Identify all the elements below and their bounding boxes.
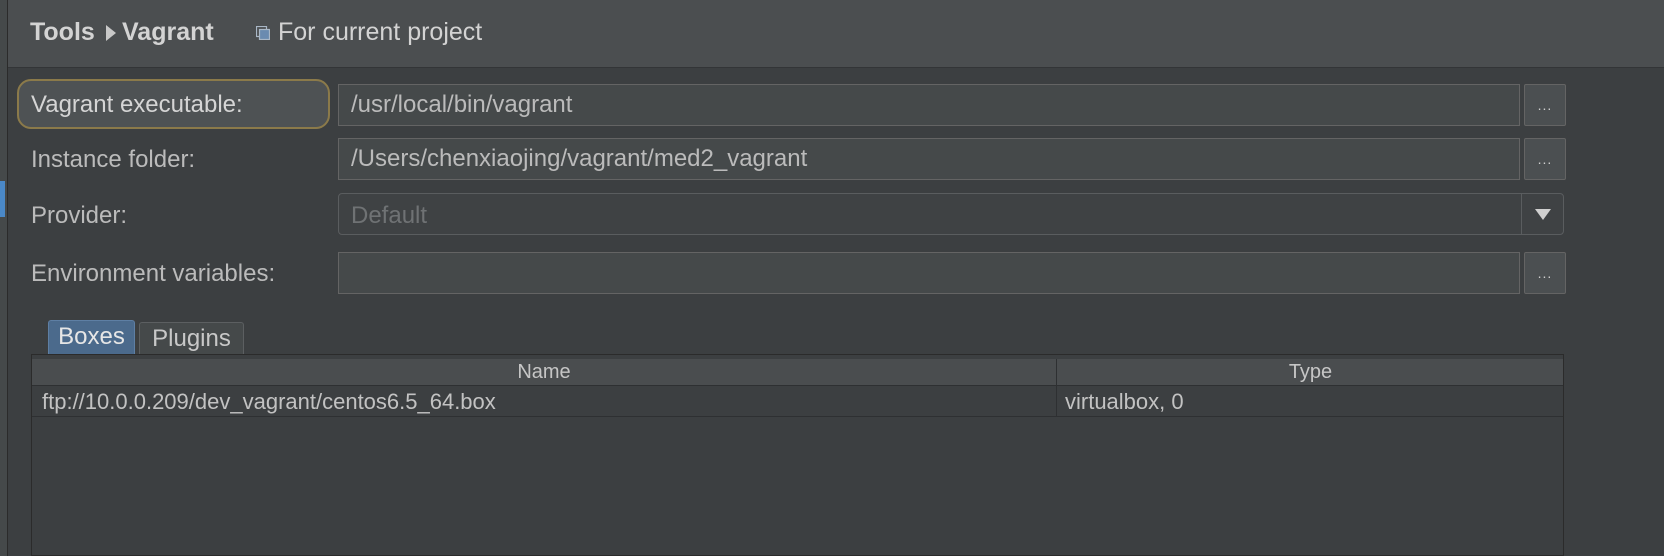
table-row[interactable]: ftp://10.0.0.209/dev_vagrant/centos6.5_6… (32, 386, 1563, 417)
instance-folder-field[interactable]: /Users/chenxiaojing/vagrant/med2_vagrant (338, 138, 1520, 180)
left-panel-edge (0, 0, 8, 556)
settings-header: Tools Vagrant For current project (8, 0, 1664, 68)
vagrant-executable-label: Vagrant executable: (31, 91, 243, 118)
boxes-table: Name Type ftp://10.0.0.209/dev_vagrant/c… (31, 354, 1564, 556)
environment-variables-label: Environment variables: (31, 260, 276, 287)
instance-folder-label: Instance folder: (31, 146, 196, 173)
project-scope-icon (256, 26, 270, 40)
left-selection-marker (0, 181, 5, 217)
vagrant-executable-field[interactable]: /usr/local/bin/vagrant (338, 84, 1520, 126)
environment-variables-browse-button[interactable]: ... (1524, 252, 1566, 294)
table-header: Name Type (32, 359, 1563, 386)
breadcrumb-arrow-icon (106, 25, 116, 41)
box-name-cell: ftp://10.0.0.209/dev_vagrant/centos6.5_6… (42, 389, 496, 414)
box-type-cell: virtualbox, 0 (1065, 389, 1184, 414)
provider-label: Provider: (31, 202, 128, 229)
column-header-type[interactable]: Type (1058, 361, 1563, 384)
provider-select[interactable]: Default (338, 193, 1564, 235)
provider-selected-value: Default (351, 202, 428, 229)
scope-label: For current project (278, 18, 483, 46)
provider-divider (1521, 194, 1522, 234)
instance-folder-browse-button[interactable]: ... (1524, 138, 1566, 180)
tab-plugins[interactable]: Plugins (139, 322, 244, 354)
environment-variables-field[interactable] (338, 252, 1520, 294)
breadcrumb-vagrant: Vagrant (122, 18, 214, 46)
chevron-down-icon[interactable] (1535, 209, 1551, 220)
column-header-name[interactable]: Name (32, 361, 1056, 384)
tab-boxes[interactable]: Boxes (48, 320, 135, 354)
breadcrumb-tools: Tools (30, 18, 95, 46)
vagrant-executable-browse-button[interactable]: ... (1524, 84, 1566, 126)
